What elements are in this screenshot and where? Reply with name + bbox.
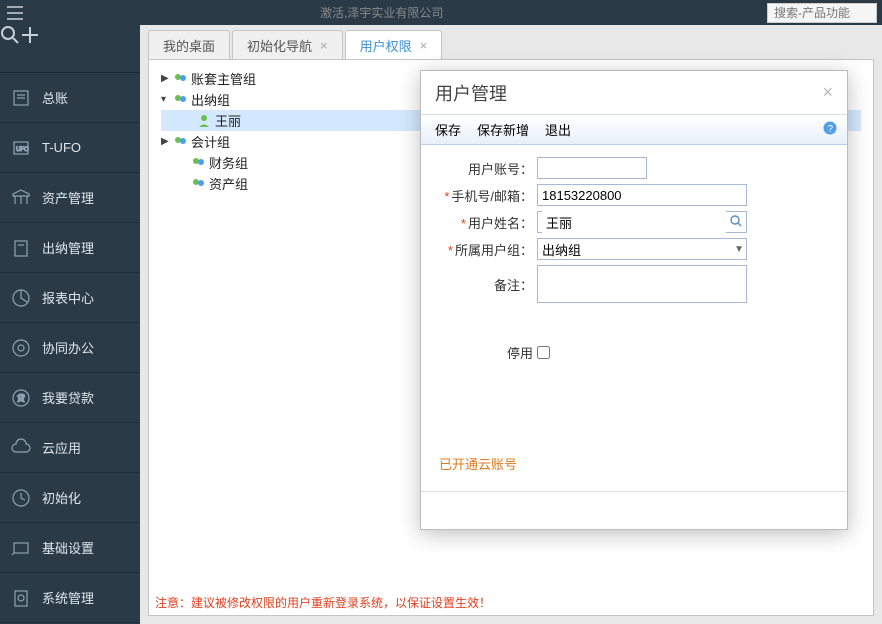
tab-desktop[interactable]: 我的桌面 <box>148 30 230 59</box>
global-search-input[interactable] <box>767 3 877 23</box>
svg-text:贷: 贷 <box>17 393 25 403</box>
settings-icon <box>10 538 32 558</box>
loan-icon: 贷 <box>10 388 32 408</box>
group-icon <box>173 72 189 86</box>
footer-warning: 注意：建议被修改权限的用户重新登录系统，以保证设置生效！ <box>155 594 491 611</box>
sidebar-item-cloud[interactable]: 云应用 <box>0 423 140 473</box>
save-add-button[interactable]: 保存新增 <box>477 120 529 139</box>
close-icon[interactable]: × <box>320 38 328 53</box>
save-button[interactable]: 保存 <box>435 120 461 139</box>
dialog-footer <box>421 491 847 529</box>
sidebar-item-loan[interactable]: 贷 我要贷款 <box>0 373 140 423</box>
cloud-account-note: 已开通云账号 <box>421 454 535 473</box>
name-label: *用户姓名： <box>439 213 537 232</box>
expand-icon[interactable]: ▶ <box>161 73 171 84</box>
sidebar-item-label: 系统管理 <box>42 588 94 607</box>
user-icon <box>197 114 213 128</box>
phone-label: *手机号/邮箱： <box>439 186 537 205</box>
account-label: 用户账号： <box>439 159 537 178</box>
group-icon <box>191 156 207 170</box>
menu-icon[interactable] <box>0 6 30 20</box>
remark-label: 备注： <box>439 275 537 294</box>
group-icon <box>173 135 189 149</box>
disable-label: 停用 <box>439 343 537 362</box>
sidebar-item-ledger[interactable]: 总账 <box>0 73 140 123</box>
sidebar-item-system[interactable]: 系统管理 <box>0 573 140 623</box>
help-icon[interactable]: ? <box>823 121 837 138</box>
sidebar-item-label: 初始化 <box>42 488 81 507</box>
sidebar-item-label: 报表中心 <box>42 288 94 307</box>
sidebar-item-collab[interactable]: 协同办公 <box>0 323 140 373</box>
sidebar-item-label: 协同办公 <box>42 338 94 357</box>
tab-init-nav[interactable]: 初始化导航 × <box>232 30 343 59</box>
sidebar-item-label: 云应用 <box>42 438 81 457</box>
group-icon <box>173 93 189 107</box>
sidebar-item-assets[interactable]: 资产管理 <box>0 173 140 223</box>
tufo-icon: UFO <box>10 138 32 158</box>
init-icon <box>10 488 32 508</box>
remark-input[interactable] <box>537 265 747 303</box>
ledger-icon <box>10 88 32 108</box>
cashier-icon <box>10 238 32 258</box>
chevron-down-icon: ▼ <box>734 244 744 255</box>
system-icon <box>10 588 32 608</box>
sidebar-item-cashier[interactable]: 出纳管理 <box>0 223 140 273</box>
assets-icon <box>10 188 32 208</box>
cloud-icon <box>10 438 32 458</box>
disable-checkbox[interactable] <box>537 346 550 359</box>
name-input-wrapper <box>537 211 747 233</box>
dialog-title: 用户管理 <box>435 80 507 106</box>
search-icon[interactable] <box>726 215 746 230</box>
close-icon[interactable]: × <box>420 38 428 53</box>
collapse-icon[interactable]: ▾ <box>161 94 171 105</box>
account-input[interactable] <box>537 157 647 179</box>
name-input[interactable] <box>542 211 726 233</box>
svg-text:?: ? <box>828 124 834 135</box>
sidebar-item-basic[interactable]: 基础设置 <box>0 523 140 573</box>
sidebar-item-label: T-UFO <box>42 140 81 155</box>
sidebar-item-label: 资产管理 <box>42 188 94 207</box>
exit-button[interactable]: 退出 <box>545 120 571 139</box>
sidebar-add-button[interactable] <box>20 25 40 72</box>
sidebar-item-label: 基础设置 <box>42 538 94 557</box>
group-select[interactable]: 出纳组 ▼ <box>537 238 747 260</box>
expand-icon[interactable]: ▶ <box>161 136 171 147</box>
user-management-dialog: 用户管理 × 保存 保存新增 退出 ? 用户账号： *手机号/邮箱： *用户姓名… <box>420 70 848 530</box>
group-label: *所属用户组： <box>439 240 537 259</box>
sidebar-item-label: 出纳管理 <box>42 238 94 257</box>
reports-icon <box>10 288 32 308</box>
sidebar-item-reports[interactable]: 报表中心 <box>0 273 140 323</box>
collab-icon <box>10 338 32 358</box>
sidebar-item-tufo[interactable]: UFO T-UFO <box>0 123 140 173</box>
close-icon[interactable]: × <box>822 82 833 103</box>
group-icon <box>191 177 207 191</box>
sidebar-item-label: 我要贷款 <box>42 388 94 407</box>
tab-user-perms[interactable]: 用户权限 × <box>345 30 443 59</box>
phone-input[interactable] <box>537 184 747 206</box>
sidebar-item-init[interactable]: 初始化 <box>0 473 140 523</box>
sidebar-search-button[interactable] <box>0 25 20 72</box>
svg-text:UFO: UFO <box>16 147 29 153</box>
topbar-title: 激活,泽宇实业有限公司 <box>320 4 443 21</box>
sidebar-item-label: 总账 <box>42 88 68 107</box>
